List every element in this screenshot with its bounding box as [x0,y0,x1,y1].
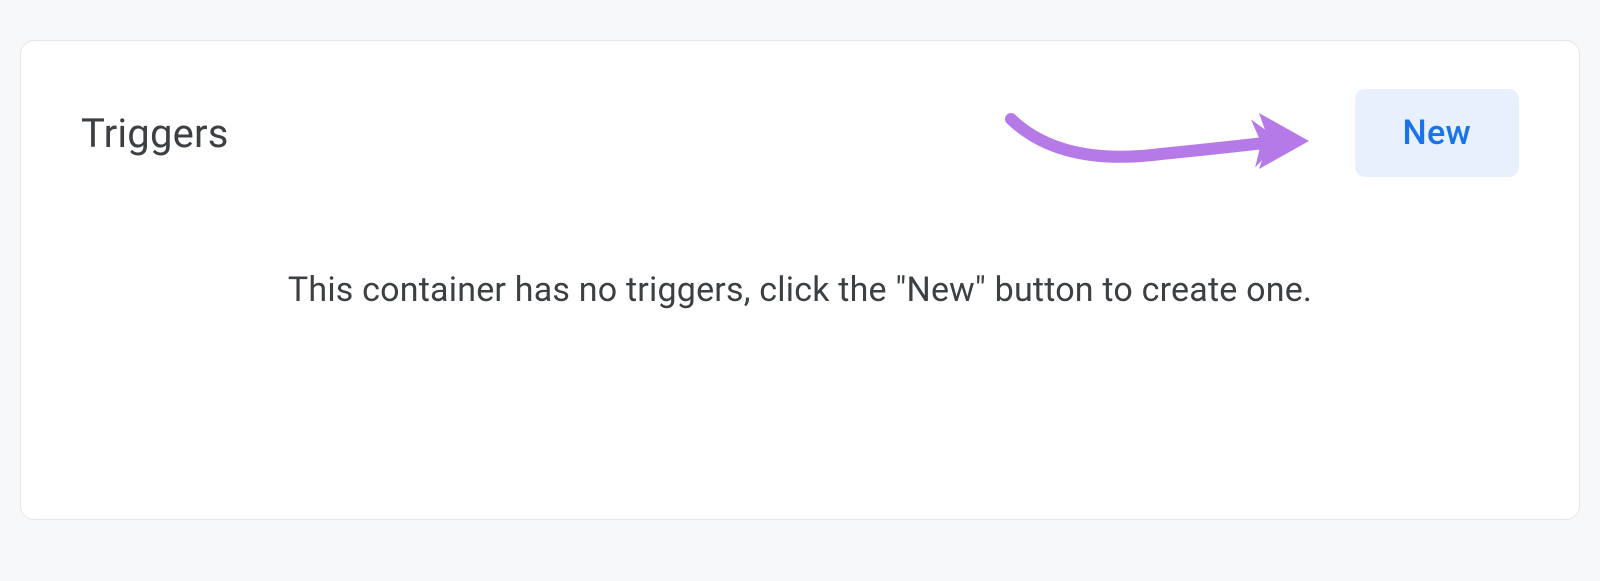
new-button[interactable]: New [1355,89,1519,177]
panel-header: Triggers New [81,89,1519,177]
panel-title: Triggers [81,110,229,157]
triggers-panel: Triggers New This container has no trigg… [20,40,1580,520]
empty-state-message: This container has no triggers, click th… [288,270,1312,310]
